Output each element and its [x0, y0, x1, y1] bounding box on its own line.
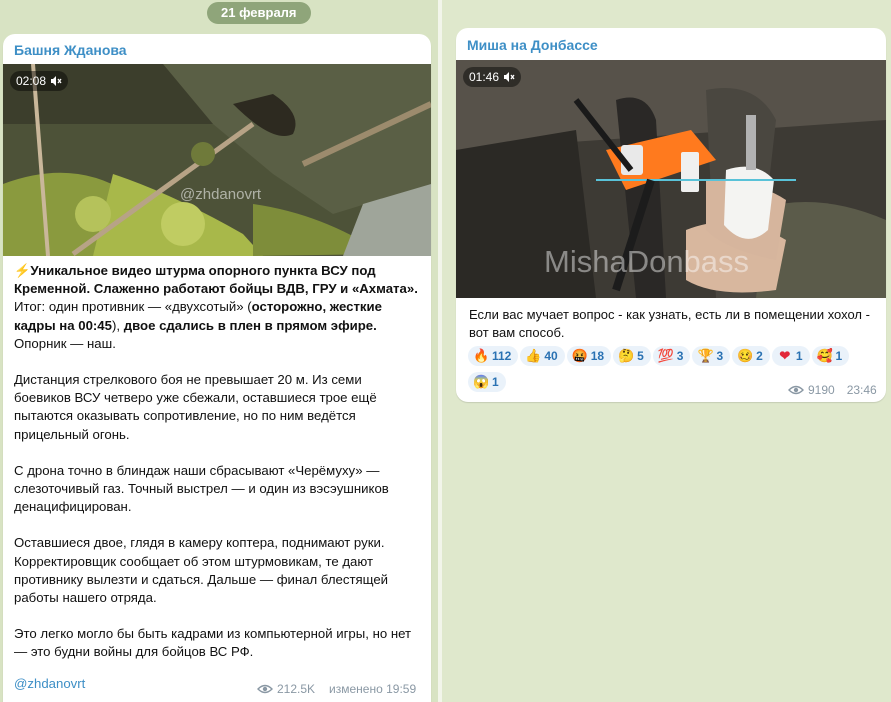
message-text: Если вас мучает вопрос - как узнать, ест… [469, 307, 870, 341]
reaction-chip[interactable]: 🥴 2 [732, 346, 770, 366]
views-count: 9190 [808, 383, 835, 397]
thinking-face-emoji: 🤔 [618, 348, 635, 363]
video-frame-device: MishaDonbass [456, 60, 886, 298]
heart-emoji: ❤ [779, 348, 791, 363]
video-duration-badge: 01:46 [463, 67, 522, 87]
lightning-emoji: ⚡ [14, 263, 31, 278]
video-duration: 01:46 [469, 70, 500, 84]
channel-name[interactable]: Миша на Донбассе [467, 37, 598, 53]
reaction-count: 1 [492, 375, 499, 389]
column-separator [438, 0, 442, 702]
video-frame-drone: @zhdanovrt [3, 64, 431, 256]
paragraph-conclusion: Это легко могло бы быть кадрами из компь… [14, 626, 412, 660]
reaction-chip[interactable]: 😱 1 [468, 372, 506, 392]
screaming-face-emoji: 😱 [473, 374, 490, 389]
channel-name[interactable]: Башня Жданова [14, 42, 127, 58]
message-meta: 9190 23:46 [788, 383, 877, 397]
summary-text-e: Опорник — наш. [14, 335, 116, 351]
hearts-face-emoji: 🥰 [816, 348, 833, 363]
swearing-face-emoji: 🤬 [571, 348, 588, 363]
paragraph-gas: С дрона точно в блиндаж наши сбрасывают … [14, 462, 389, 515]
reaction-count: 5 [637, 349, 644, 363]
thumbs-up-emoji: 👍 [525, 348, 542, 363]
video-thumbnail[interactable]: MishaDonbass 01:46 [456, 60, 886, 298]
message-lead: Уникальное видео штурма опорного пункта … [14, 263, 418, 297]
views-count: 212.5K [277, 682, 316, 696]
summary-text-a: Итог: один противник — «двухсотый» ( [14, 299, 252, 315]
surrender-text: двое сдались в плен в прямом эфире. [123, 317, 377, 333]
hundred-emoji: 💯 [657, 348, 674, 363]
muted-speaker-icon[interactable] [503, 71, 515, 83]
paragraph-distance: Дистанция стрелкового боя не превышает 2… [14, 372, 377, 442]
channel-link[interactable]: @zhdanovrt [14, 676, 85, 691]
reaction-chip[interactable]: 🏆 3 [692, 346, 731, 366]
edited-time: изменено 19:59 [329, 682, 417, 696]
eye-icon [257, 684, 273, 694]
trophy-emoji: 🏆 [697, 348, 714, 363]
message-text: ⚡Уникальное видео штурма опорного пункта… [14, 262, 419, 680]
eye-icon [788, 385, 804, 395]
reaction-count: 3 [676, 349, 684, 363]
reaction-count: 3 [716, 349, 724, 363]
video-watermark: @zhdanovrt [180, 186, 262, 203]
summary-text-c: ), [111, 317, 124, 333]
reaction-count: 1 [835, 349, 843, 363]
video-duration: 02:08 [16, 74, 47, 88]
reaction-chip[interactable]: 👍 40 [520, 346, 565, 366]
message-time: 23:46 [846, 383, 877, 397]
video-watermark: MishaDonbass [544, 244, 749, 279]
reaction-chip[interactable]: ❤ 1 [771, 346, 810, 366]
muted-speaker-icon[interactable] [50, 75, 62, 87]
reaction-chip[interactable]: 🤬 18 [566, 346, 612, 366]
reaction-count: 112 [492, 349, 512, 363]
video-duration-badge: 02:08 [10, 71, 69, 91]
reaction-count: 40 [544, 349, 558, 363]
reaction-count: 18 [590, 349, 605, 363]
reaction-chip[interactable]: 💯 3 [652, 346, 691, 366]
video-thumbnail[interactable]: @zhdanovrt 02:08 [3, 64, 431, 256]
date-separator: 21 февраля [207, 2, 311, 24]
message-card-zhdanov[interactable]: Башня Жданова @zhdanovrt 02:08 ⚡Уникальн… [3, 34, 431, 702]
reaction-chip[interactable]: 🔥 112 [468, 346, 519, 366]
message-card-misha[interactable]: Миша на Донбассе MishaDonbass 01:46 Если… [456, 28, 886, 402]
reaction-chip[interactable]: 🥰 1 [811, 346, 850, 366]
reaction-count: 2 [756, 349, 763, 363]
message-meta: 212.5K изменено 19:59 [257, 682, 416, 696]
woozy-face-emoji: 🥴 [737, 348, 754, 363]
reaction-chip[interactable]: 🤔 5 [613, 346, 651, 366]
reaction-count: 1 [795, 349, 803, 363]
fire-emoji: 🔥 [473, 348, 490, 363]
paragraph-surrender: Оставшиеся двое, глядя в камеру коптера,… [14, 535, 389, 606]
